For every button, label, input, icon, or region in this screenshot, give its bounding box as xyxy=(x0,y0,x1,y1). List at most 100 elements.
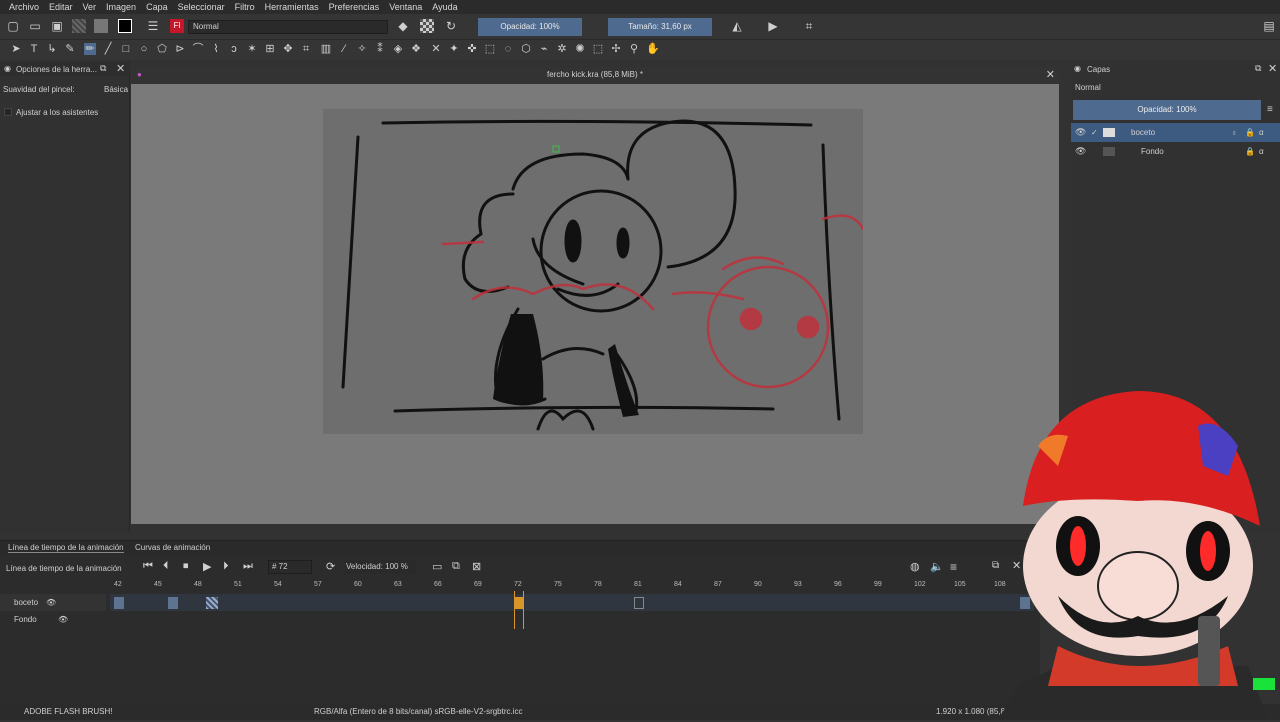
tab-animation-curves[interactable]: Curvas de animación xyxy=(135,543,210,552)
rectangle-tool-icon[interactable]: □ xyxy=(120,43,132,55)
menu-herramientas[interactable]: Herramientas xyxy=(260,2,324,12)
polygon-tool-icon[interactable]: ⬠ xyxy=(156,43,168,55)
reference-tool-icon[interactable]: ✜ xyxy=(466,43,478,55)
menu-preferencias[interactable]: Preferencias xyxy=(324,2,385,12)
duplicate-frame-icon[interactable]: ⧉ xyxy=(452,560,460,573)
smart-patch-icon[interactable]: ⁑ xyxy=(374,43,386,55)
freehand-brush-icon[interactable]: ✏ xyxy=(84,43,96,55)
blend-mode-select[interactable]: Normal xyxy=(188,20,388,34)
remove-frame-icon[interactable]: ⊠ xyxy=(472,560,481,573)
menu-filtro[interactable]: Filtro xyxy=(230,2,260,12)
lock-icon[interactable]: 🔒 xyxy=(1245,142,1255,161)
prev-frame-icon[interactable]: ⏴ xyxy=(163,560,169,573)
gradient-tool-icon[interactable]: ▥ xyxy=(320,43,332,55)
pattern-swatch-icon[interactable] xyxy=(94,19,108,33)
color-swatch-icon[interactable] xyxy=(118,19,132,33)
transform-tool-icon[interactable]: ⊞ xyxy=(264,43,276,55)
enclose-fill-icon[interactable]: ❖ xyxy=(410,43,422,55)
visibility-eye-icon[interactable]: 👁 xyxy=(58,611,68,628)
ellipse-tool-icon[interactable]: ○ xyxy=(138,43,150,55)
next-frame-icon[interactable]: ⏵ xyxy=(223,560,229,573)
visibility-eye-icon[interactable]: 👁 xyxy=(1075,123,1086,142)
colorize-mask-icon[interactable]: ✧ xyxy=(356,43,368,55)
check-icon[interactable]: ✓ xyxy=(1091,123,1098,142)
inherit-alpha-icon[interactable]: α xyxy=(1259,142,1264,161)
keyframe[interactable] xyxy=(634,597,644,609)
opacity-slider[interactable]: Opacidad: 100% xyxy=(478,18,582,36)
drawing-canvas[interactable] xyxy=(323,109,865,434)
reload-icon[interactable]: ↻ xyxy=(444,19,458,33)
fill-tool-icon[interactable]: ◈ xyxy=(392,43,404,55)
play-icon[interactable]: ▶ xyxy=(203,560,211,573)
save-icon[interactable]: ▣ xyxy=(50,19,64,33)
similar-select-icon[interactable]: ✺ xyxy=(574,43,586,55)
float-icon[interactable]: ⧉ xyxy=(1255,63,1261,74)
rect-select-icon[interactable]: ⬚ xyxy=(484,43,496,55)
multibrush-icon[interactable]: ✶ xyxy=(246,43,258,55)
keyframe[interactable] xyxy=(206,597,218,609)
frame-ruler[interactable]: 42 45 48 51 54 57 60 63 66 69 72 75 78 8… xyxy=(106,581,1036,592)
mirror-vertical-icon[interactable]: ▶ xyxy=(766,19,780,33)
menu-archivo[interactable]: Archivo xyxy=(4,2,44,12)
assistant-tool-icon[interactable]: ✕ xyxy=(430,43,442,55)
onion-frame-icon[interactable]: ▭ xyxy=(432,560,442,573)
eraser-icon[interactable]: ◆ xyxy=(396,19,410,33)
workspace-icon[interactable]: ▤ xyxy=(1262,19,1276,33)
menu-imagen[interactable]: Imagen xyxy=(101,2,141,12)
pan-icon[interactable]: ✋ xyxy=(646,43,660,55)
menu-capa[interactable]: Capa xyxy=(141,2,173,12)
measure-tool-icon[interactable]: ✦ xyxy=(448,43,460,55)
new-document-icon[interactable]: ▢ xyxy=(6,19,20,33)
crop-tool-icon[interactable]: ⌗ xyxy=(300,43,312,55)
menu-ventana[interactable]: Ventana xyxy=(384,2,427,12)
freehand-path-icon[interactable]: ⌇ xyxy=(210,43,222,55)
smoothing-select[interactable]: Básica xyxy=(104,85,128,94)
layer-opacity-slider[interactable]: Opacidad: 100% xyxy=(1073,100,1261,120)
close-icon[interactable]: ✕ xyxy=(116,62,125,75)
timeline-layer-boceto[interactable]: boceto 👁 xyxy=(0,594,106,611)
inherit-alpha-icon[interactable]: α xyxy=(1259,123,1264,142)
alpha-lock-icon[interactable] xyxy=(420,19,434,33)
layer-row-fondo[interactable]: 👁 Fondo 🔒 α xyxy=(1071,142,1280,161)
audio-icon[interactable]: 🔈 xyxy=(930,560,944,573)
size-slider[interactable]: Tamaño: 31,60 px xyxy=(608,18,712,36)
zoom-icon[interactable]: ⚲ xyxy=(628,43,640,55)
menu-seleccionar[interactable]: Seleccionar xyxy=(173,2,230,12)
brush-settings-icon[interactable]: ☰ xyxy=(146,19,160,33)
move-tool-icon[interactable]: ✥ xyxy=(282,43,294,55)
first-frame-icon[interactable]: ⏮ xyxy=(143,560,153,573)
stop-icon[interactable]: ⏹ xyxy=(183,560,189,573)
frame-number-field[interactable]: # 72 xyxy=(268,560,312,574)
bezier-select-icon[interactable]: ⬚ xyxy=(592,43,604,55)
menu-ayuda[interactable]: Ayuda xyxy=(427,2,462,12)
visibility-eye-icon[interactable]: 👁 xyxy=(1075,142,1086,161)
polygon-select-icon[interactable]: ⬡ xyxy=(520,43,532,55)
close-document-icon[interactable]: ✕ xyxy=(1046,67,1055,83)
menu-ver[interactable]: Ver xyxy=(78,2,102,12)
brush-preset-icon[interactable]: Fl xyxy=(170,19,184,33)
loop-icon[interactable]: ⟳ xyxy=(326,560,335,573)
dynamic-brush-icon[interactable]: ↄ xyxy=(228,43,240,55)
visibility-eye-icon[interactable]: 👁 xyxy=(46,594,56,611)
polyline-tool-icon[interactable]: ⊳ xyxy=(174,43,186,55)
mirror-horizontal-icon[interactable]: ◭ xyxy=(730,19,744,33)
calligraphy-icon[interactable]: ✎ xyxy=(64,43,76,55)
contiguous-select-icon[interactable]: ✲ xyxy=(556,43,568,55)
freehand-select-icon[interactable]: ⌁ xyxy=(538,43,550,55)
layer-blend-select[interactable]: Normal xyxy=(1073,81,1259,95)
boceto-frames-track[interactable] xyxy=(110,594,1034,611)
color-picker-icon[interactable]: ⁄ xyxy=(338,43,350,55)
timeline-menu-icon[interactable]: ≡ xyxy=(950,560,957,574)
alpha-lock-icon[interactable]: ♁ xyxy=(1231,123,1237,142)
bezier-tool-icon[interactable]: ⌒ xyxy=(192,43,204,55)
keyframe[interactable] xyxy=(114,597,124,609)
layer-menu-icon[interactable]: ≡ xyxy=(1267,104,1273,115)
playhead[interactable] xyxy=(514,591,524,629)
open-folder-icon[interactable]: ▭ xyxy=(28,19,42,33)
crop-icon[interactable]: ⌗ xyxy=(802,19,816,33)
edit-shapes-icon[interactable]: ↳ xyxy=(46,43,58,55)
timeline-layer-fondo[interactable]: Fondo 👁 xyxy=(0,611,106,628)
magnetic-select-icon[interactable]: ✢ xyxy=(610,43,622,55)
gradient-swatch-icon[interactable] xyxy=(72,19,86,33)
menu-editar[interactable]: Editar xyxy=(44,2,78,12)
